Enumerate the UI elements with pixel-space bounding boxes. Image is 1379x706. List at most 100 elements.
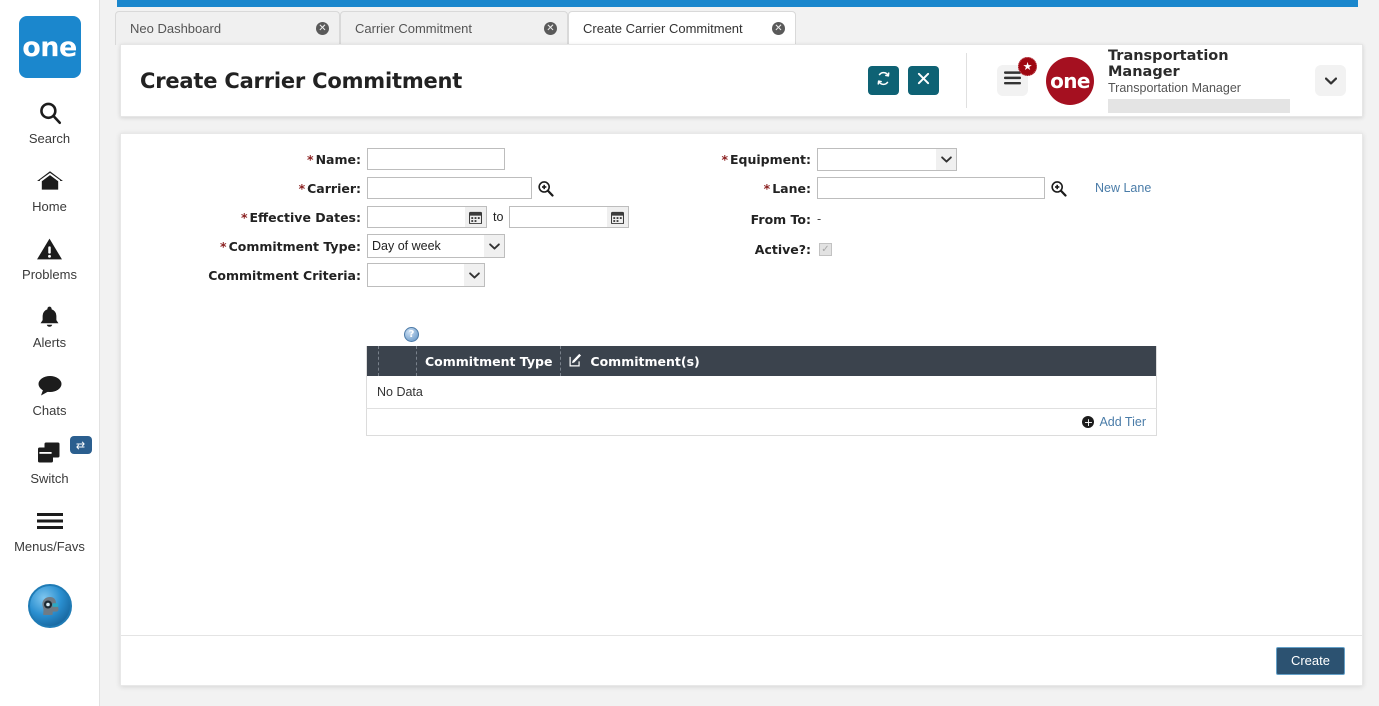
tab-carrier-commitment[interactable]: Carrier Commitment ✕ (340, 11, 568, 45)
header-action-buttons (868, 66, 939, 95)
close-icon[interactable]: ✕ (544, 22, 557, 35)
tab-label: Create Carrier Commitment (583, 21, 743, 36)
add-tier-cell: + Add Tier (366, 408, 1157, 436)
bell-icon (37, 302, 62, 332)
field-row-equipment: * Equipment: (701, 147, 1151, 171)
search-icon (37, 98, 63, 128)
avatar[interactable]: one (1046, 56, 1094, 105)
star-badge-icon: ★ (1018, 57, 1037, 76)
header-divider (966, 53, 967, 108)
brand-logo[interactable]: one (18, 16, 81, 78)
field-row-commitment-criteria: Commitment Criteria: (121, 263, 629, 287)
refresh-button[interactable] (868, 66, 899, 95)
field-row-active: Active?: ✓ (701, 238, 1151, 260)
app-root: one Search Home Problems Alerts Chats ⇄ … (0, 0, 1379, 706)
sidebar-item-label: Home (32, 199, 67, 214)
field-label-from-to: From To: (750, 211, 811, 227)
tab-label: Carrier Commitment (355, 21, 473, 36)
field-row-commitment-type: * Commitment Type: (121, 234, 629, 258)
sidebar-item-label: Alerts (32, 335, 67, 350)
required-marker: * (721, 151, 728, 167)
sidebar-item-alerts[interactable]: Alerts (0, 302, 100, 350)
column-header-commitments[interactable]: Commitment(s) (560, 346, 1157, 376)
calendar-icon[interactable] (607, 206, 630, 228)
main-content-panel: * Name: * Carrier: * Effective Dates: to… (120, 133, 1363, 686)
label-text: Equipment (730, 151, 806, 167)
tier-table-header: Commitment Type Commitment(s) (366, 346, 1157, 376)
user-info: Transportation Manager Transportation Ma… (1108, 48, 1293, 113)
card-footer: Create (121, 635, 1362, 685)
page-title: Create Carrier Commitment (140, 68, 463, 93)
magnifier-plus-icon[interactable] (537, 180, 554, 197)
edit-pencil-icon (569, 353, 583, 370)
field-row-name: * Name: (121, 148, 629, 170)
sidebar-item-home[interactable]: Home (0, 166, 100, 214)
label-text: From To (750, 211, 806, 227)
close-button[interactable] (908, 66, 939, 95)
user-menu-toggle[interactable] (1315, 65, 1346, 96)
top-accent-bar (117, 0, 1358, 7)
tab-create-carrier-commitment[interactable]: Create Carrier Commitment ✕ (568, 11, 796, 45)
sidebar-item-problems[interactable]: Problems (0, 234, 100, 282)
field-label-carrier: * Carrier: (298, 180, 361, 196)
column-header-select (378, 346, 417, 376)
sidebar-item-chats[interactable]: Chats (0, 370, 100, 418)
field-label-equipment: * Equipment: (721, 151, 811, 167)
sidebar-item-label: Problems (22, 267, 77, 282)
sidebar-item-switch[interactable]: ⇄ Switch (0, 436, 100, 486)
label-text: Active? (754, 241, 806, 257)
hamburger-menu-icon (1004, 71, 1021, 90)
swap-arrows-icon[interactable]: ⇄ (69, 436, 92, 454)
chevron-down-icon (1324, 74, 1337, 88)
sidebar-item-label: Search (28, 131, 71, 146)
home-icon (36, 166, 64, 196)
app-menu-button[interactable]: ★ (997, 57, 1037, 96)
label-text: Commitment Type (228, 238, 356, 254)
close-icon[interactable]: ✕ (772, 22, 785, 35)
user-redacted-bar (1108, 99, 1290, 113)
column-header-label: Commitment Type (425, 353, 553, 369)
browser-tab-bar: Neo Dashboard ✕ Carrier Commitment ✕ Cre… (110, 11, 1363, 45)
field-label-lane: * Lane: (763, 180, 811, 196)
column-header-label: Commitment(s) (590, 353, 700, 369)
magnifier-plus-icon[interactable] (1050, 180, 1067, 197)
active-checkbox[interactable]: ✓ (819, 242, 832, 256)
ai-head-avatar-icon[interactable] (27, 584, 72, 628)
table-header-row: Commitment Type Commitment(s) (366, 346, 1157, 376)
effective-date-to-wrap (509, 206, 630, 228)
close-icon[interactable]: ✕ (316, 22, 329, 35)
tier-table-footer: + Add Tier (366, 408, 1157, 436)
help-question-icon[interactable]: ? (404, 327, 419, 342)
label-text: Lane (772, 180, 806, 196)
windows-switch-icon (36, 438, 64, 468)
create-button[interactable]: Create (1275, 646, 1345, 675)
new-lane-link[interactable]: New Lane (1095, 181, 1151, 195)
add-tier-label: Add Tier (1099, 415, 1146, 429)
column-header-handle (366, 346, 379, 376)
user-role: Transportation Manager (1108, 81, 1241, 95)
tab-label: Neo Dashboard (130, 21, 222, 36)
lane-input[interactable] (817, 177, 1045, 199)
field-label-effective-dates: * Effective Dates: (240, 209, 361, 225)
add-tier-button[interactable]: + Add Tier (1082, 415, 1146, 429)
form-column-left: * Name: * Carrier: * Effective Dates: to… (121, 148, 630, 293)
chevron-down-icon[interactable] (936, 147, 957, 171)
sidebar-item-label: Chats (32, 403, 67, 418)
tab-neo-dashboard[interactable]: Neo Dashboard ✕ (115, 11, 340, 45)
field-row-lane: * Lane: New Lane (701, 177, 1151, 199)
calendar-icon[interactable] (465, 206, 487, 228)
equipment-wrap (817, 147, 957, 171)
chevron-down-icon[interactable] (464, 263, 485, 287)
label-text: Name (315, 151, 356, 167)
name-input[interactable] (367, 148, 505, 170)
carrier-input[interactable] (367, 177, 532, 199)
field-label-active: Active?: (754, 241, 811, 257)
warning-triangle-icon (36, 234, 63, 264)
sidebar-item-search[interactable]: Search (0, 98, 100, 146)
field-label-name: * Name: (307, 151, 361, 167)
column-header-commitment-type[interactable]: Commitment Type (416, 346, 562, 376)
table-footer-row: + Add Tier (366, 408, 1157, 436)
sidebar-item-menus-favs[interactable]: Menus/Favs (0, 506, 100, 554)
chevron-down-icon[interactable] (484, 234, 505, 258)
required-marker: * (240, 209, 248, 225)
